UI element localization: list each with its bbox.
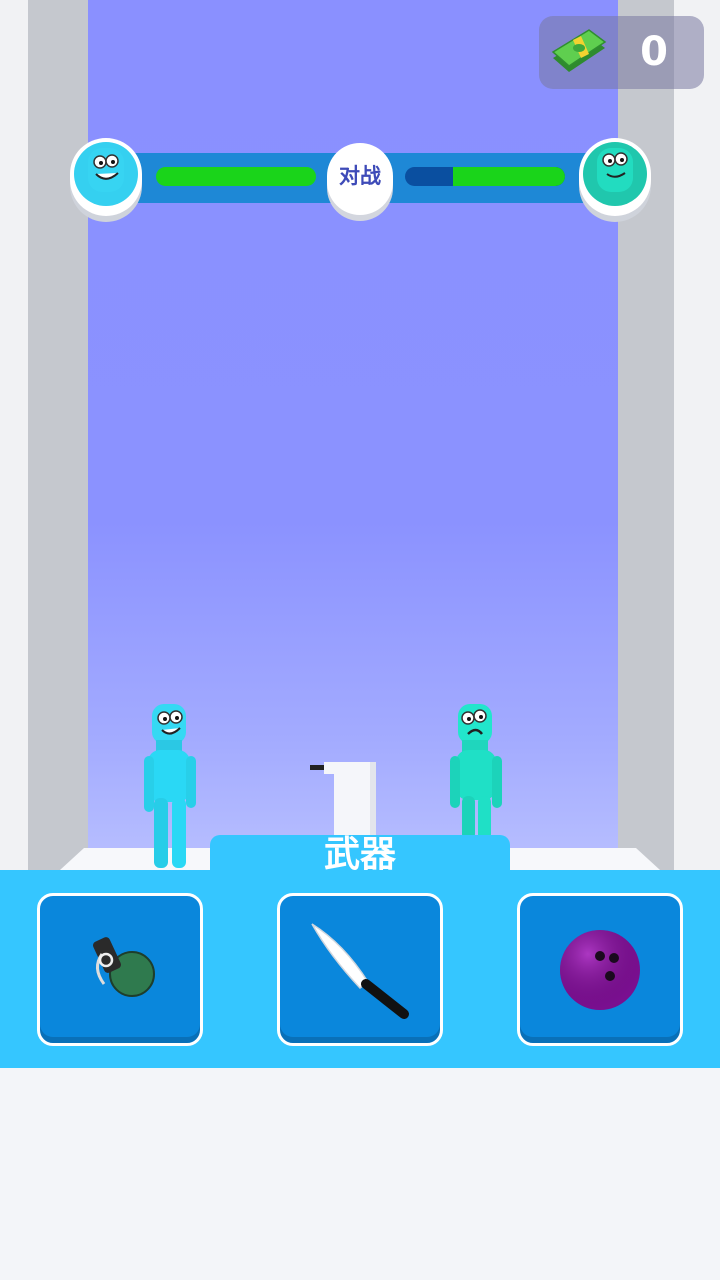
- game-scene: [0, 0, 720, 870]
- enemy-character: [450, 704, 502, 840]
- enemy-health-fill: [453, 167, 565, 186]
- left-outer-wall: [0, 0, 28, 870]
- enemy-health-bar: [405, 167, 565, 186]
- player-face-icon: [74, 142, 138, 206]
- currency-value: 0: [640, 29, 668, 75]
- grenade-icon: [92, 937, 155, 997]
- weapon-slot-bowling-ball[interactable]: [517, 893, 683, 1046]
- knife-icon: [311, 923, 409, 1019]
- enemy-avatar: [579, 138, 651, 216]
- weapon-slot-knife[interactable]: [277, 893, 443, 1046]
- player-avatar: [70, 138, 142, 216]
- right-outer-wall: [674, 0, 720, 870]
- enemy-face-icon: [583, 142, 647, 206]
- bowling-ball-icon: [560, 930, 640, 1010]
- left-wall: [28, 0, 88, 870]
- versus-badge: 对战: [327, 143, 393, 215]
- currency-counter: 0: [539, 16, 704, 89]
- cash-stack-icon: [551, 29, 607, 72]
- weapons-panel-title: 武器: [323, 834, 396, 875]
- pistol-prop: [310, 762, 350, 774]
- weapon-slot-grenade[interactable]: [37, 893, 203, 1046]
- player-health-bar: [156, 167, 316, 186]
- right-wall: [618, 0, 674, 870]
- player-character: [144, 704, 196, 868]
